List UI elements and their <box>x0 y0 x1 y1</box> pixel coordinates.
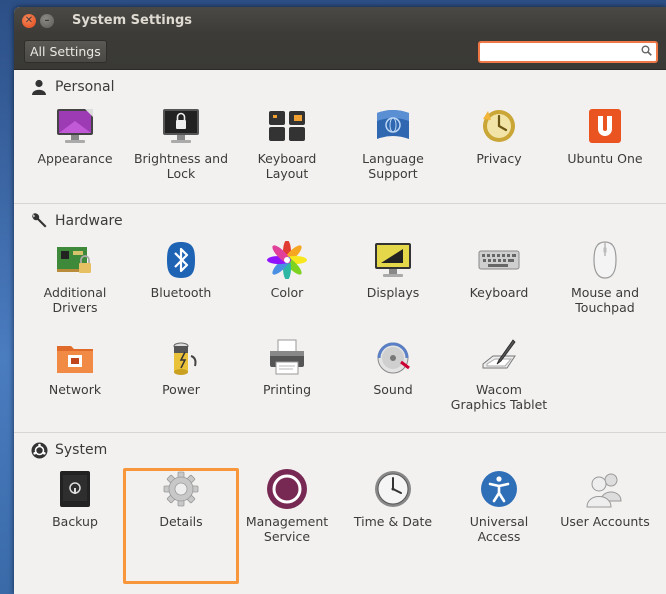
network-icon <box>53 335 97 379</box>
item-label: Mouse and Touchpad <box>570 285 640 315</box>
item-label: Printing <box>262 382 312 397</box>
wrench-icon <box>29 211 49 231</box>
item-label: Color <box>270 285 304 300</box>
users-icon <box>583 467 627 511</box>
section-hardware: Hardware Additional Drivers Bluetooth Co… <box>14 204 666 433</box>
item-label: User Accounts <box>560 514 650 529</box>
wacom-icon <box>477 335 521 379</box>
personal-grid: Appearance Brightness and Lock Keyboard … <box>14 104 666 203</box>
details-gear-icon <box>159 467 203 511</box>
item-label: Keyboard Layout <box>257 151 317 181</box>
item-mouse-touchpad[interactable]: Mouse and Touchpad <box>552 238 658 335</box>
displays-icon <box>371 238 415 282</box>
item-label: Backup <box>52 514 98 529</box>
item-keyboard-layout[interactable]: Keyboard Layout <box>234 104 340 203</box>
item-user-accounts[interactable]: User Accounts <box>552 467 658 557</box>
system-gear-icon <box>29 440 49 460</box>
item-displays[interactable]: Displays <box>340 238 446 335</box>
section-header-system: System <box>14 433 666 467</box>
printer-icon <box>265 335 309 379</box>
person-icon <box>29 77 49 97</box>
item-language-support[interactable]: Language Support <box>340 104 446 203</box>
close-button[interactable]: ✕ <box>22 13 36 28</box>
item-label: Power <box>162 382 200 397</box>
item-label: Details <box>159 514 203 529</box>
minimize-button[interactable]: – <box>40 13 54 28</box>
item-label: Wacom Graphics Tablet <box>450 382 548 412</box>
item-label: Language Support <box>362 151 424 181</box>
ubuntu-one-icon <box>583 104 627 148</box>
item-label: Appearance <box>37 151 113 166</box>
item-brightness-lock[interactable]: Brightness and Lock <box>128 104 234 203</box>
item-network[interactable]: Network <box>22 335 128 432</box>
item-label: Additional Drivers <box>43 285 107 315</box>
power-icon <box>159 335 203 379</box>
color-icon <box>265 238 309 282</box>
item-label: Management Service <box>245 514 329 544</box>
toolbar: All Settings <box>14 34 666 70</box>
section-header-personal: Personal <box>14 70 666 104</box>
system-grid: Backup Details Management Service Time &… <box>14 467 666 557</box>
item-ubuntu-one[interactable]: Ubuntu One <box>552 104 658 203</box>
item-privacy[interactable]: Privacy <box>446 104 552 203</box>
sound-icon <box>371 335 415 379</box>
drivers-icon <box>53 238 97 282</box>
item-label: Displays <box>366 285 420 300</box>
section-header-hardware: Hardware <box>14 204 666 238</box>
item-keyboard[interactable]: Keyboard <box>446 238 552 335</box>
language-support-icon <box>371 104 415 148</box>
title-bar: ✕ – System Settings <box>14 7 666 34</box>
item-label: Privacy <box>476 151 522 166</box>
search-input[interactable] <box>480 44 656 63</box>
item-additional-drivers[interactable]: Additional Drivers <box>22 238 128 335</box>
keyboard-icon <box>477 238 521 282</box>
brightness-lock-icon <box>159 104 203 148</box>
settings-content: Personal Appearance Brightness and Lock <box>14 70 666 557</box>
window-title: System Settings <box>72 13 193 28</box>
system-settings-window: ✕ – System Settings All Settings Persona… <box>14 7 666 594</box>
hardware-grid: Additional Drivers Bluetooth Color Displ… <box>14 238 666 432</box>
item-time-date[interactable]: Time & Date <box>340 467 446 557</box>
item-color[interactable]: Color <box>234 238 340 335</box>
item-label: Brightness and Lock <box>133 151 229 181</box>
item-label: Bluetooth <box>150 285 212 300</box>
item-label: Ubuntu One <box>567 151 643 166</box>
item-details[interactable]: Details <box>128 467 234 557</box>
item-bluetooth[interactable]: Bluetooth <box>128 238 234 335</box>
section-title-personal: Personal <box>55 79 115 95</box>
clock-icon <box>371 467 415 511</box>
accessibility-icon <box>477 467 521 511</box>
bluetooth-icon <box>159 238 203 282</box>
section-personal: Personal Appearance Brightness and Lock <box>14 70 666 204</box>
item-label: Keyboard <box>469 285 529 300</box>
section-title-system: System <box>55 442 108 458</box>
privacy-icon <box>477 104 521 148</box>
item-label: Network <box>48 382 102 397</box>
keyboard-layout-icon <box>265 104 309 148</box>
item-label: Sound <box>373 382 413 397</box>
mouse-icon <box>583 238 627 282</box>
item-backup[interactable]: Backup <box>22 467 128 557</box>
item-label: Time & Date <box>353 514 433 529</box>
management-icon <box>265 467 309 511</box>
backup-icon <box>53 467 97 511</box>
section-title-hardware: Hardware <box>55 213 123 229</box>
search-icon <box>641 45 652 59</box>
item-universal-access[interactable]: Universal Access <box>446 467 552 557</box>
item-label: Universal Access <box>469 514 529 544</box>
item-printing[interactable]: Printing <box>234 335 340 432</box>
item-management-service[interactable]: Management Service <box>234 467 340 557</box>
search-box[interactable] <box>478 40 658 63</box>
all-settings-button[interactable]: All Settings <box>24 40 107 63</box>
item-appearance[interactable]: Appearance <box>22 104 128 203</box>
item-power[interactable]: Power <box>128 335 234 432</box>
item-sound[interactable]: Sound <box>340 335 446 432</box>
appearance-icon <box>53 104 97 148</box>
section-system: System Backup Details Management Service… <box>14 433 666 557</box>
item-wacom-tablet[interactable]: Wacom Graphics Tablet <box>446 335 552 432</box>
